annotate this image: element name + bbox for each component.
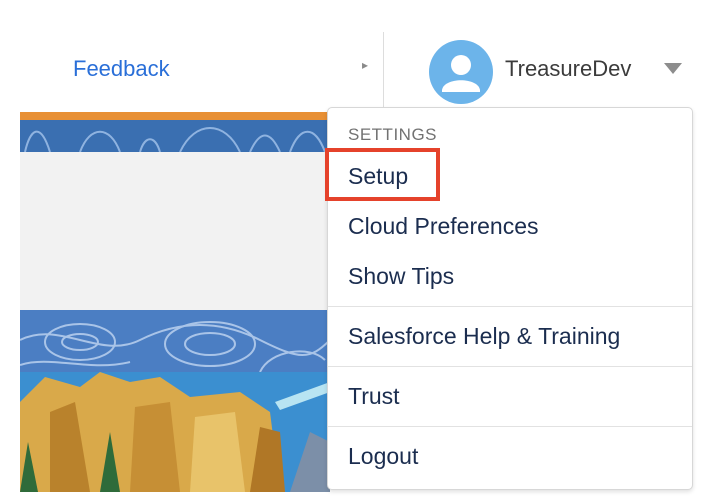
settings-section-header: SETTINGS (348, 125, 438, 144)
menu-divider (328, 366, 692, 367)
menu-divider (328, 306, 692, 307)
content-panel (20, 152, 330, 311)
orange-accent-bar (20, 112, 330, 120)
menu-item-cloud-preferences[interactable]: Cloud Preferences (348, 213, 539, 240)
menu-divider (328, 426, 692, 427)
menu-item-trust[interactable]: Trust (348, 383, 400, 410)
user-icon[interactable] (429, 40, 493, 104)
menu-item-help-training[interactable]: Salesforce Help & Training (348, 323, 620, 350)
small-caret-icon: ▸ (362, 58, 369, 72)
illustration (20, 372, 330, 492)
decorative-banner (20, 120, 330, 152)
header-divider (383, 32, 384, 108)
feedback-link[interactable]: Feedback (73, 56, 170, 82)
menu-item-show-tips[interactable]: Show Tips (348, 263, 454, 290)
global-header: Feedback ▸ TreasureDev (0, 0, 710, 108)
username-label[interactable]: TreasureDev (505, 56, 631, 82)
topographic-banner (20, 310, 330, 372)
menu-item-logout[interactable]: Logout (348, 443, 418, 470)
setup-highlight-box (325, 148, 440, 201)
chevron-down-icon[interactable] (664, 63, 682, 74)
